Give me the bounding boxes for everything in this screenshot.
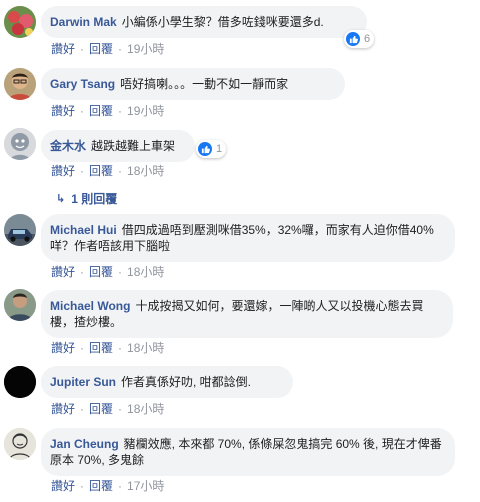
comment-text: 唔好搞喇。。。一動不如一靜而家 xyxy=(120,77,289,91)
separator-dot: · xyxy=(80,478,85,493)
comment-time[interactable]: 19小時 xyxy=(127,40,164,57)
avatar[interactable] xyxy=(4,6,36,38)
view-replies-link[interactable]: ↳ 1 則回覆 xyxy=(56,190,117,207)
reply-arrow-icon: ↳ xyxy=(56,193,66,205)
avatar[interactable] xyxy=(4,289,36,321)
comment-author[interactable]: 金木水 xyxy=(50,139,86,153)
avatar[interactable] xyxy=(4,428,36,460)
separator-dot: · xyxy=(118,478,123,493)
person-glasses-avatar-icon xyxy=(4,68,36,100)
separator-dot: · xyxy=(118,41,123,56)
comment-author[interactable]: Darwin Mak xyxy=(50,15,117,29)
separator-dot: · xyxy=(118,264,123,279)
comment-text: 作者真係好叻, 咁都諗倒. xyxy=(121,375,252,389)
comment-bubble: Michael Hui 借四成過唔到壓測咪借35%，32%囉，而家有人迫你借40%… xyxy=(41,214,455,262)
comment-actions: 讚好 · 回覆 · 19小時 xyxy=(51,102,164,119)
comment-author[interactable]: Gary Tsang xyxy=(50,77,115,91)
reply-link[interactable]: 回覆 xyxy=(89,263,113,280)
black-avatar-icon xyxy=(4,366,36,398)
comment-bubble: Gary Tsang 唔好搞喇。。。一動不如一靜而家 xyxy=(41,68,345,100)
like-icon xyxy=(346,32,360,46)
like-link[interactable]: 讚好 xyxy=(51,263,75,280)
reaction-number: 1 xyxy=(216,143,223,155)
cartoon-avatar-icon xyxy=(4,128,36,160)
comment-author[interactable]: Michael Wong xyxy=(50,299,130,313)
person-photo-avatar-icon xyxy=(4,289,36,321)
like-link[interactable]: 讚好 xyxy=(51,400,75,417)
comment-time[interactable]: 17小時 xyxy=(127,477,164,494)
comment-actions: 讚好 · 回覆 · 18小時 xyxy=(51,400,164,417)
separator-dot: · xyxy=(80,103,85,118)
like-icon xyxy=(198,142,212,156)
comment-bubble: Jupiter Sun 作者真係好叻, 咁都諗倒. xyxy=(41,366,293,398)
separator-dot: · xyxy=(80,41,85,56)
comment-actions: 讚好 · 回覆 · 19小時 xyxy=(51,40,164,57)
separator-dot: · xyxy=(118,163,123,178)
comment-bubble: Darwin Mak 小編係小學生黎？借多咗錢咪要還多d. xyxy=(41,6,367,38)
separator-dot: · xyxy=(118,103,123,118)
comment-time[interactable]: 18小時 xyxy=(127,400,164,417)
comment-author[interactable]: Jupiter Sun xyxy=(50,375,116,389)
comment-bubble: Jan Cheung 豬欄效應, 本來都 70%, 係條屎忽鬼搞完 60% 後, … xyxy=(41,428,455,476)
comment-actions: 讚好 · 回覆 · 18小時 xyxy=(51,339,164,356)
like-link[interactable]: 讚好 xyxy=(51,339,75,356)
separator-dot: · xyxy=(80,264,85,279)
separator-dot: · xyxy=(80,401,85,416)
comment-text: 小編係小學生黎？借多咗錢咪要還多d. xyxy=(121,15,324,29)
reply-link[interactable]: 回覆 xyxy=(89,162,113,179)
comment-time[interactable]: 18小時 xyxy=(127,339,164,356)
separator-dot: · xyxy=(80,163,85,178)
avatar[interactable] xyxy=(4,366,36,398)
reply-link[interactable]: 回覆 xyxy=(89,102,113,119)
comment-actions: 讚好 · 回覆 · 18小時 xyxy=(51,263,164,280)
comment-actions: 讚好 · 回覆 · 17小時 xyxy=(51,477,164,494)
reply-link[interactable]: 回覆 xyxy=(89,40,113,57)
like-link[interactable]: 讚好 xyxy=(51,477,75,494)
like-link[interactable]: 讚好 xyxy=(51,102,75,119)
comment-bubble: Michael Wong 十成按揭又如何，要還嫁，一陣啲人又以投機心態去買樓，揸炒… xyxy=(41,290,453,338)
car-photo-avatar-icon xyxy=(4,214,36,246)
separator-dot: · xyxy=(118,340,123,355)
comment-author[interactable]: Michael Hui xyxy=(50,223,117,237)
avatar[interactable] xyxy=(4,68,36,100)
comment-author[interactable]: Jan Cheung xyxy=(50,437,119,451)
sketch-avatar-icon xyxy=(4,428,36,460)
reaction-count[interactable]: 6 xyxy=(344,30,375,48)
flower-photo-avatar-icon xyxy=(4,6,36,38)
reply-link[interactable]: 回覆 xyxy=(89,339,113,356)
comment-text: 越跌越難上車架 xyxy=(91,139,176,153)
reply-link[interactable]: 回覆 xyxy=(89,477,113,494)
avatar[interactable] xyxy=(4,214,36,246)
avatar[interactable] xyxy=(4,128,36,160)
like-link[interactable]: 讚好 xyxy=(51,162,75,179)
view-replies-label: 1 則回覆 xyxy=(71,192,118,206)
comment-time[interactable]: 18小時 xyxy=(127,162,164,179)
comment-time[interactable]: 19小時 xyxy=(127,102,164,119)
separator-dot: · xyxy=(80,340,85,355)
like-link[interactable]: 讚好 xyxy=(51,40,75,57)
comment-actions: 讚好 · 回覆 · 18小時 xyxy=(51,162,164,179)
comment-time[interactable]: 18小時 xyxy=(127,263,164,280)
reaction-count[interactable]: 1 xyxy=(196,140,227,158)
separator-dot: · xyxy=(118,401,123,416)
reply-link[interactable]: 回覆 xyxy=(89,400,113,417)
comment-bubble: 金木水 越跌越難上車架 xyxy=(41,130,195,162)
reaction-number: 6 xyxy=(364,33,371,45)
